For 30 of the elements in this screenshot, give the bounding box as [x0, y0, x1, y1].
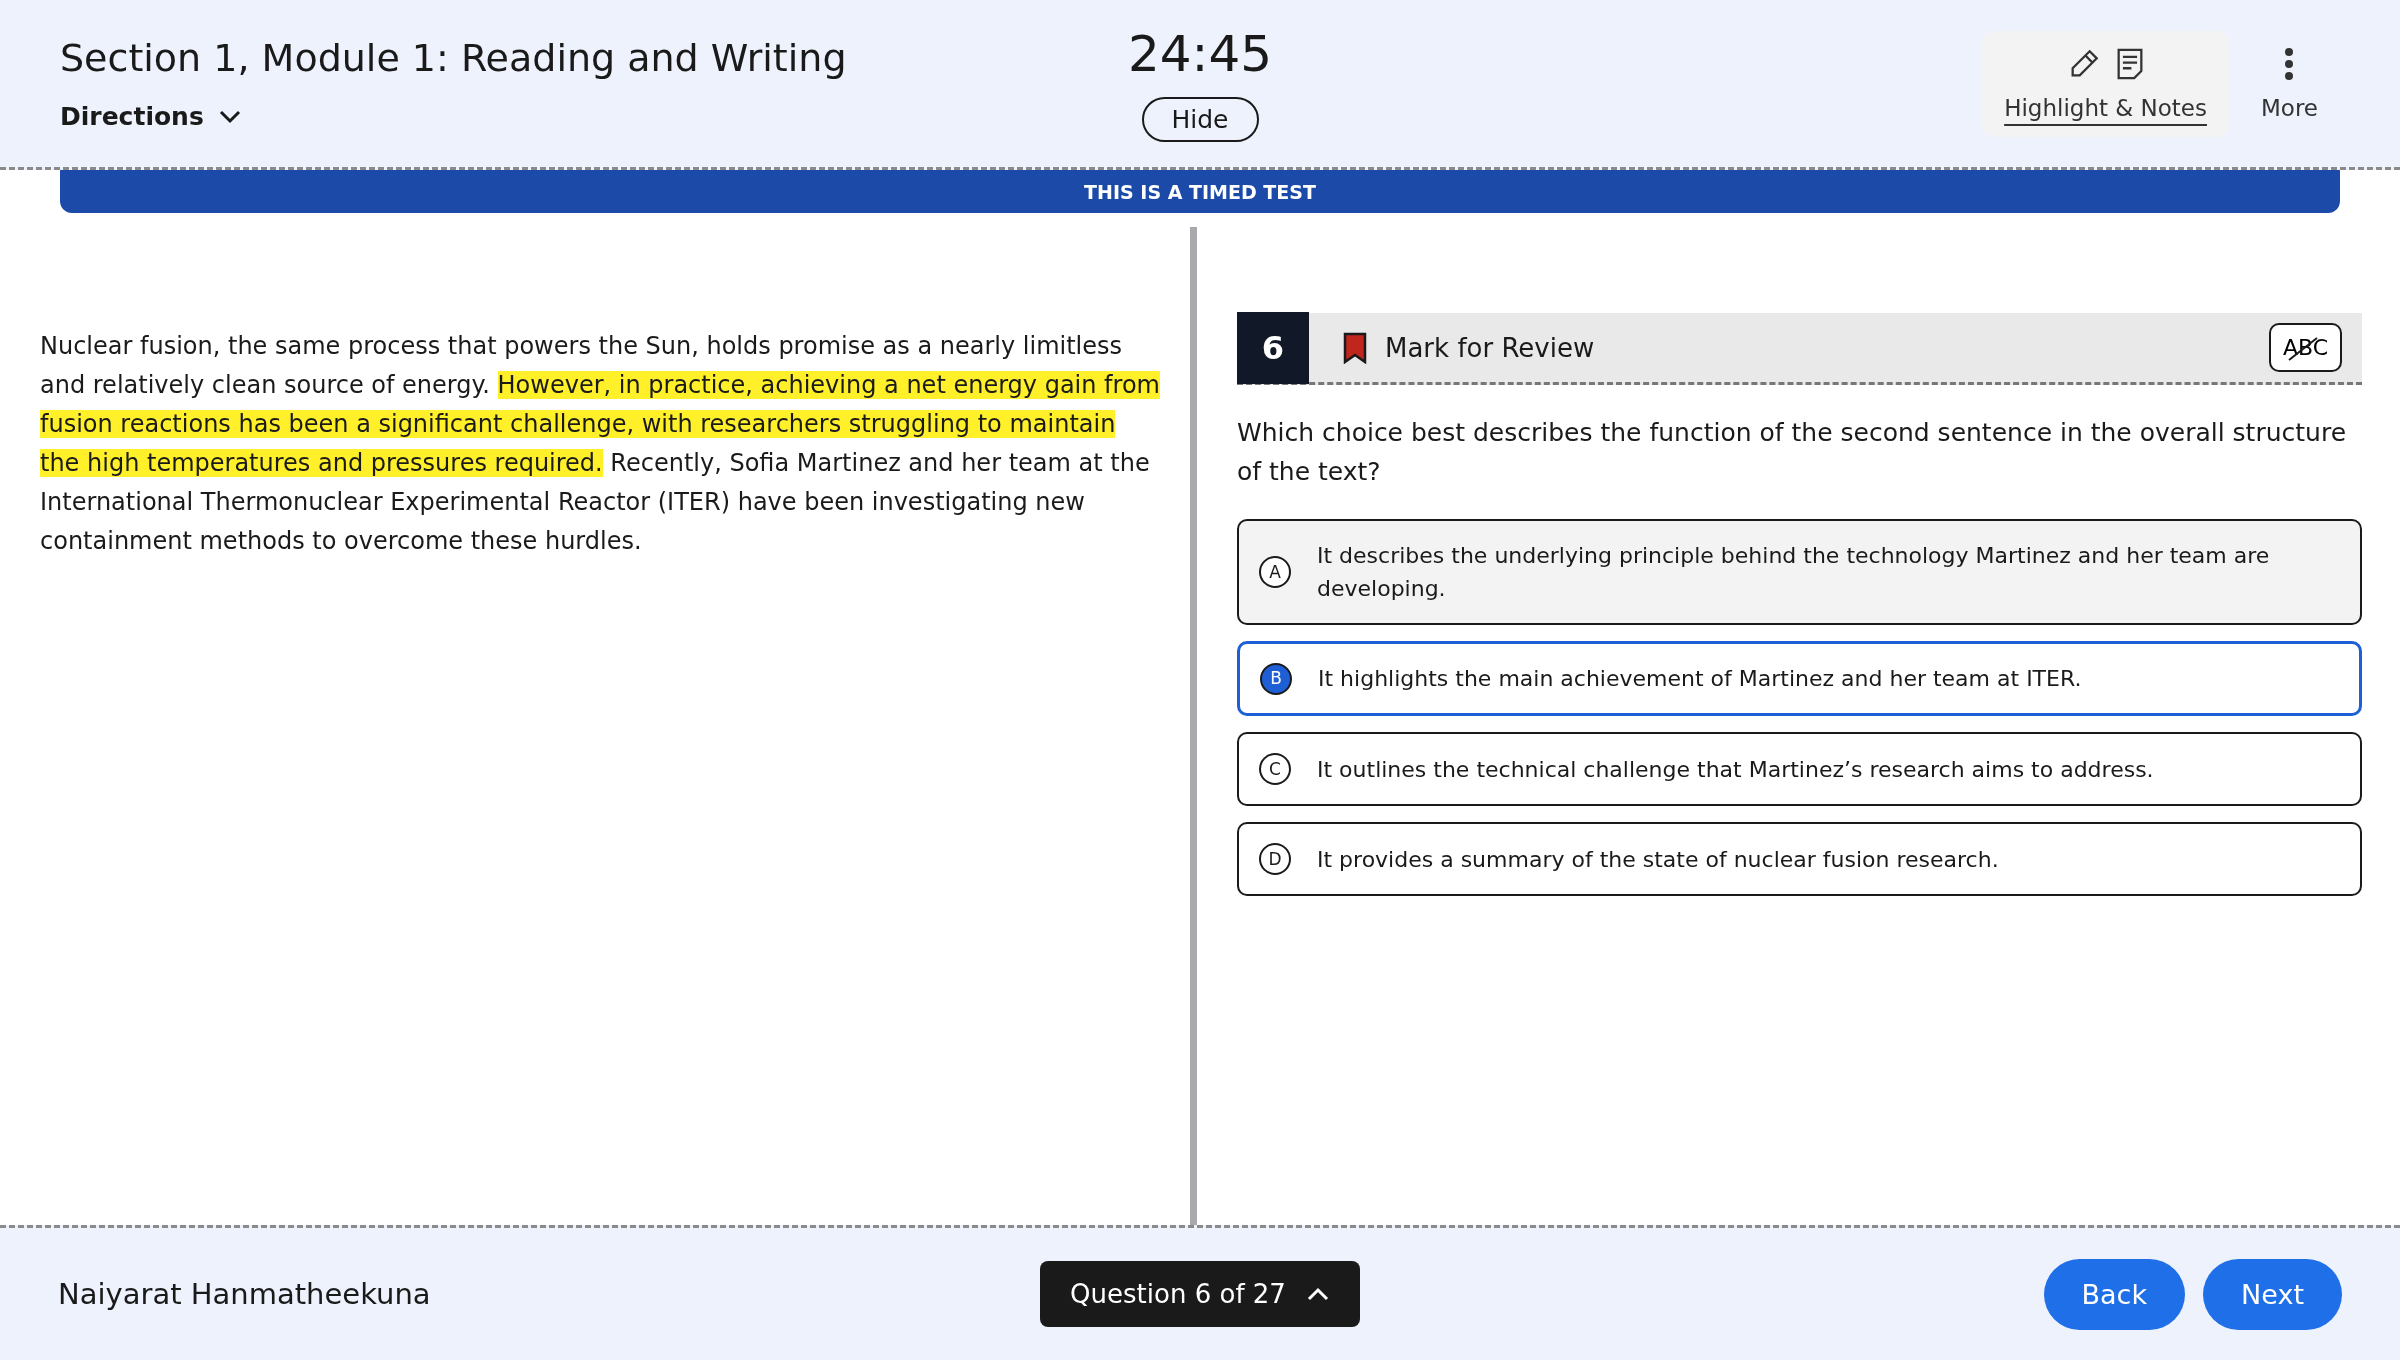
answer-choice[interactable]: C It outlines the technical challenge that Martinez’s research aims to address. [1237, 732, 2362, 806]
question-prompt: Which choice best describes the function of the second sentence in the overall structure of the text? [1237, 417, 2348, 488]
question-number: 6 [1237, 311, 1309, 384]
mark-for-review-button[interactable]: Mark for Review [1337, 330, 1601, 365]
directions-button[interactable]: Directions [60, 102, 242, 131]
chevron-down-icon [217, 108, 242, 125]
choice-letter: D [1259, 843, 1291, 875]
more-vertical-icon [2284, 46, 2295, 81]
choice-letter: C [1259, 753, 1291, 785]
next-button[interactable]: Next [2203, 1258, 2342, 1330]
choice-text: It provides a summary of the state of nuclear fusion research. [1317, 845, 1999, 874]
answer-choice[interactable]: B It highlights the main achievement of Martinez and her team at ITER. [1237, 641, 2362, 716]
back-button[interactable]: Back [2043, 1258, 2186, 1330]
chevron-up-icon [1305, 1286, 1330, 1302]
timer: 24:45 [1127, 25, 1273, 83]
passage-text: Nuclear fusion, the same process that powers the Sun, holds promise as a nearly limitless and relatively clean source of energy. However, in practice, achieving a net energy gain from fusion reactions has been a significant challenge, with researchers struggling to maintain the high temperatures and pressures required. Recently, Sofia Martinez and her team at the International Thermonuclear Experimental Reactor (ITER) have been investigating new containment methods to overcome these hurdles. [40, 331, 1160, 557]
hide-button[interactable]: Hide [1141, 97, 1259, 142]
highlight-notes-button[interactable]: Highlight & Notes [1982, 30, 2229, 137]
question-navigator-button[interactable]: Question 6 of 27 [1040, 1261, 1360, 1327]
choice-text: It describes the underlying principle behind the technology Martinez and her team are developing. [1317, 542, 2271, 603]
choice-letter: A [1259, 556, 1291, 588]
choice-text: It highlights the main achievement of Martinez and her team at ITER. [1318, 665, 2082, 693]
section-title: Section 1, Module 1: Reading and Writing [60, 36, 848, 80]
choice-letter: B [1260, 662, 1292, 695]
more-button[interactable]: More [2238, 30, 2340, 137]
choice-text: It outlines the technical challenge that Martinez’s research aims to address. [1317, 755, 2154, 784]
timed-test-banner: THIS IS A TIMED TEST [60, 170, 2340, 213]
student-name: Naiyarat Hanmatheekuna [58, 1277, 432, 1311]
answer-choice[interactable]: D It provides a summary of the state of nuclear fusion research. [1237, 822, 2362, 896]
answer-choice[interactable]: A It describes the underlying principle behind the technology Martinez and her team are developing. [1237, 519, 2362, 625]
